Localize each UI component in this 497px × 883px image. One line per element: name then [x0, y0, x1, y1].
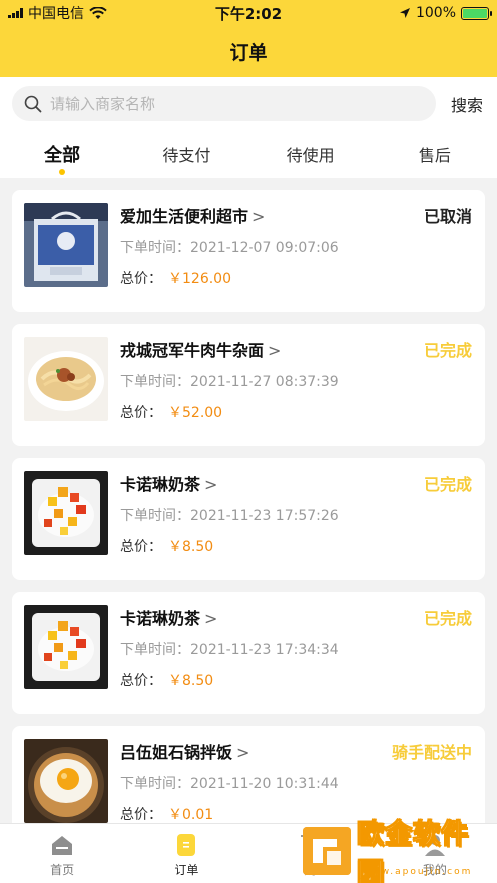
search-input[interactable]: [50, 94, 424, 113]
tab-all[interactable]: 全部: [0, 130, 124, 178]
shop-name: 卡诺琳奶茶: [120, 609, 201, 628]
order-time: 下单时间：2021-11-20 10:31:44: [120, 773, 339, 793]
order-time-label: 下单时间：: [120, 240, 190, 256]
order-total: 总价： ￥8.50: [120, 536, 213, 556]
order-total: 总价： ￥126.00: [120, 268, 231, 288]
chevron-right-icon: >: [268, 341, 282, 360]
watermark-url: www.apoujin.com: [363, 867, 473, 877]
order-time: 下单时间：2021-11-27 08:37:39: [120, 371, 339, 391]
order-time-value: 2021-11-23 17:57:26: [190, 508, 339, 524]
shop-name-link[interactable]: 卡诺琳奶茶 >: [120, 471, 217, 495]
order-time-label: 下单时间：: [120, 374, 190, 390]
order-time-label: 下单时间：: [120, 642, 190, 658]
shop-thumbnail: [24, 739, 108, 823]
order-time: 下单时间：2021-11-23 17:57:26: [120, 505, 339, 525]
order-time-value: 2021-11-27 08:37:39: [190, 374, 339, 390]
tabbar-label: 首页: [50, 863, 75, 877]
order-time-label: 下单时间：: [120, 776, 190, 792]
order-time-label: 下单时间：: [120, 508, 190, 524]
chevron-right-icon: >: [204, 609, 218, 628]
order-icon: [177, 834, 196, 856]
order-total-label: 总价：: [120, 673, 162, 689]
search-area: 搜索: [0, 77, 497, 130]
signal-icon: [8, 8, 23, 18]
tabbar-item-home[interactable]: 首页: [0, 824, 124, 883]
order-total-label: 总价：: [120, 539, 162, 555]
order-total-label: 总价：: [120, 807, 162, 823]
order-total-label: 总价：: [120, 271, 162, 287]
chevron-right-icon: >: [204, 475, 218, 494]
tabbar-item-orders[interactable]: 订单: [124, 824, 248, 883]
order-time: 下单时间：2021-12-07 09:07:06: [120, 237, 339, 257]
chevron-right-icon: >: [252, 207, 266, 226]
watermark-logo-icon: [303, 827, 351, 875]
nav-bar: 订单: [0, 26, 497, 77]
order-tabs: 全部 待支付 待使用 售后: [0, 130, 497, 178]
order-status: 骑手配送中: [391, 743, 472, 762]
order-price: ￥126.00: [168, 271, 231, 287]
shop-name-link[interactable]: 戎城冠军牛肉牛杂面 >: [120, 337, 281, 361]
shop-name-link[interactable]: 吕伍姐石锅拌饭 >: [120, 739, 249, 763]
order-price: ￥52.00: [168, 405, 223, 421]
wifi-icon: [89, 6, 107, 19]
order-total: 总价： ￥52.00: [120, 402, 222, 422]
status-bar-right: 100%: [399, 5, 492, 21]
order-total: 总价： ￥8.50: [120, 670, 213, 690]
shop-thumbnail: [24, 203, 108, 287]
status-bar-left: 中国电信: [8, 3, 107, 23]
shop-name-link[interactable]: 卡诺琳奶茶 >: [120, 605, 217, 629]
location-arrow-icon: [399, 8, 410, 18]
order-price: ￥8.50: [168, 673, 214, 689]
order-status: 已完成: [423, 609, 472, 628]
order-status: 已完成: [423, 341, 472, 360]
shop-name: 卡诺琳奶茶: [120, 475, 201, 494]
order-status: 已完成: [423, 475, 472, 494]
shop-thumbnail: [24, 605, 108, 689]
order-total: 总价： ￥0.01: [120, 804, 213, 824]
order-card[interactable]: 爱加生活便利超市 > 已取消 下单时间：2021-12-07 09:07:06 总…: [12, 190, 485, 312]
order-status: 已取消: [423, 207, 472, 226]
tab-pending-payment[interactable]: 待支付: [124, 130, 248, 178]
page-title: 订单: [229, 42, 268, 64]
search-box[interactable]: [12, 86, 436, 121]
shop-name-link[interactable]: 爱加生活便利超市 >: [120, 203, 265, 227]
order-time: 下单时间：2021-11-23 17:34:34: [120, 639, 339, 659]
status-bar: 中国电信 下午2:02 100%: [0, 0, 497, 26]
shop-name: 爱加生活便利超市: [120, 207, 249, 226]
shop-thumbnail: [24, 337, 108, 421]
order-price: ￥8.50: [168, 539, 214, 555]
tab-to-use[interactable]: 待使用: [249, 130, 373, 178]
tabbar-label: 订单: [174, 863, 199, 877]
order-time-value: 2021-11-20 10:31:44: [190, 776, 339, 792]
shop-name: 吕伍姐石锅拌饭: [120, 743, 233, 762]
battery-percent: 100%: [415, 5, 456, 21]
chevron-right-icon: >: [236, 743, 250, 762]
search-button[interactable]: 搜索: [451, 92, 483, 116]
home-icon: [52, 836, 73, 855]
tab-after-sales[interactable]: 售后: [373, 130, 497, 178]
order-card[interactable]: 卡诺琳奶茶 > 已完成 下单时间：2021-11-23 17:57:26 总价： ￥…: [12, 458, 485, 580]
order-list: 爱加生活便利超市 > 已取消 下单时间：2021-12-07 09:07:06 总…: [12, 190, 485, 860]
battery-icon: [461, 6, 492, 20]
order-time-value: 2021-11-23 17:34:34: [190, 642, 339, 658]
shop-thumbnail: [24, 471, 108, 555]
watermark: 欧金软件园 www.apoujin.com: [303, 819, 489, 883]
order-price: ￥0.01: [168, 807, 214, 823]
shop-name: 戎城冠军牛肉牛杂面: [120, 341, 265, 360]
search-icon: [24, 95, 42, 112]
order-time-value: 2021-12-07 09:07:06: [190, 240, 339, 256]
order-card[interactable]: 卡诺琳奶茶 > 已完成 下单时间：2021-11-23 17:34:34 总价： ￥…: [12, 592, 485, 714]
order-card[interactable]: 戎城冠军牛肉牛杂面 > 已完成 下单时间：2021-11-27 08:37:39 …: [12, 324, 485, 446]
order-total-label: 总价：: [120, 405, 162, 421]
carrier-label: 中国电信: [28, 6, 84, 22]
